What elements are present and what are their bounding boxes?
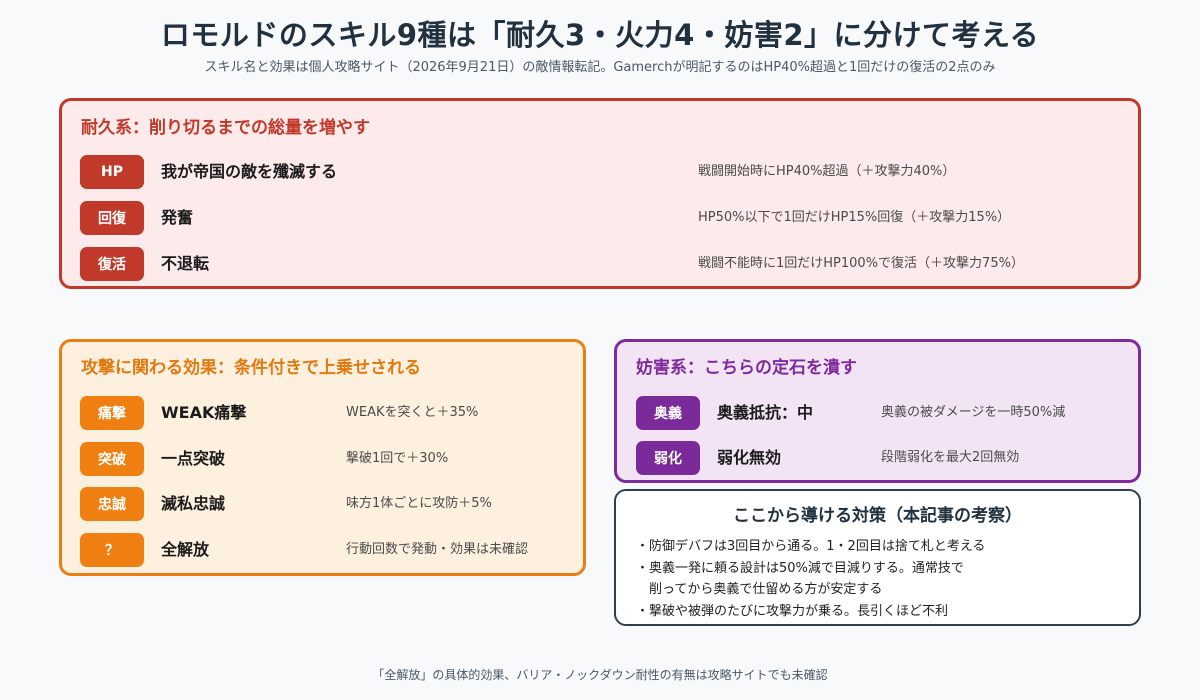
endurance-heading: 耐久系：削り切るまでの総量を増やす — [81, 118, 370, 138]
countermeasure-line: ・奥義一発に頼る設計は50%減で目減りする。通常技で — [636, 560, 964, 576]
skill-badge: 痛撃 — [80, 396, 144, 430]
disrupt-panel: 妨害系：こちらの定石を潰す 奥義 奥義抵抗：中 奥義の被ダメージを一時50%減 … — [614, 339, 1141, 483]
skill-name: 不退転 — [161, 254, 210, 273]
skill-row: ？ 全解放 行動回数で発動・効果は未確認 — [62, 533, 583, 567]
skill-row: 痛撃 WEAK痛撃 WEAKを突くと＋35% — [62, 396, 583, 430]
skill-row: 回復 発奮 HP50%以下で1回だけHP15%回復（＋攻撃力15%） — [62, 201, 1138, 235]
attack-panel: 攻撃に関わる効果：条件付きで上乗せされる 痛撃 WEAK痛撃 WEAKを突くと＋… — [59, 339, 586, 576]
skill-badge: 突破 — [80, 442, 144, 476]
skill-effect: 撃破1回で＋30% — [346, 451, 449, 466]
skill-name: 弱化無効 — [717, 448, 782, 467]
skill-row: 突破 一点突破 撃破1回で＋30% — [62, 442, 583, 476]
countermeasure-line: 削ってから奥義で仕留める方が安定する — [636, 582, 883, 597]
countermeasure-line: ・撃破や被弾のたびに攻撃力が乗る。長引くほど不利 — [636, 603, 949, 619]
skill-badge: ？ — [80, 533, 144, 567]
skill-badge: 復活 — [80, 247, 144, 281]
skill-name: 一点突破 — [161, 449, 226, 468]
skill-effect: 奥義の被ダメージを一時50%減 — [881, 405, 1066, 420]
disrupt-heading: 妨害系：こちらの定石を潰す — [636, 358, 857, 378]
skill-row: 弱化 弱化無効 段階弱化を最大2回無効 — [617, 441, 1138, 475]
endurance-panel: 耐久系：削り切るまでの総量を増やす HP 我が帝国の敵を殲滅する 戦闘開始時にH… — [59, 98, 1141, 289]
skill-effect: 行動回数で発動・効果は未確認 — [346, 542, 529, 557]
countermeasures-heading: ここから導ける対策（本記事の考察） — [733, 506, 1022, 526]
skill-effect: 味方1体ごとに攻防＋5% — [346, 496, 492, 511]
skill-name: 滅私忠誠 — [161, 494, 226, 513]
skill-name: 全解放 — [161, 540, 210, 559]
page-subtitle: スキル名と効果は個人攻略サイト（2026年9月21日）の敵情報転記。Gamerc… — [204, 60, 996, 75]
skill-badge: 奥義 — [636, 396, 700, 430]
skill-effect: 段階弱化を最大2回無効 — [881, 450, 1020, 465]
skill-effect: WEAKを突くと＋35% — [346, 405, 479, 420]
skill-row: 復活 不退転 戦闘不能時に1回だけHP100%で復活（＋攻撃力75%） — [62, 247, 1138, 281]
skill-effect: 戦闘開始時にHP40%超過（＋攻撃力40%） — [698, 164, 956, 179]
footnote: 「全解放」の具体的効果、バリア・ノックダウン耐性の有無は攻略サイトでも未確認 — [372, 668, 828, 682]
skill-row: 奥義 奥義抵抗：中 奥義の被ダメージを一時50%減 — [617, 396, 1138, 430]
skill-name: 発奮 — [161, 208, 194, 227]
page-title: ロモルドのスキル9種は「耐久3・火力4・妨害2」に分けて考える — [160, 18, 1040, 52]
countermeasures-list: ・防御デバフは3回目から通る。1・2回目は捨て札と考える ・奥義一発に頼る設計は… — [636, 536, 985, 622]
skill-name: 我が帝国の敵を殲滅する — [161, 162, 338, 181]
skill-name: WEAK痛撃 — [161, 403, 247, 422]
skill-badge: 弱化 — [636, 441, 700, 475]
countermeasures-panel: ここから導ける対策（本記事の考察） ・防御デバフは3回目から通る。1・2回目は捨… — [614, 489, 1141, 626]
skill-row: HP 我が帝国の敵を殲滅する 戦闘開始時にHP40%超過（＋攻撃力40%） — [62, 155, 1138, 189]
countermeasure-line: ・防御デバフは3回目から通る。1・2回目は捨て札と考える — [636, 539, 986, 554]
skill-badge: HP — [80, 155, 144, 189]
skill-name: 奥義抵抗：中 — [717, 403, 814, 422]
skill-effect: 戦闘不能時に1回だけHP100%で復活（＋攻撃力75%） — [698, 256, 1024, 271]
skill-badge: 回復 — [80, 201, 144, 235]
skill-effect: HP50%以下で1回だけHP15%回復（＋攻撃力15%） — [698, 210, 1011, 225]
skill-badge: 忠誠 — [80, 487, 144, 521]
skill-row: 忠誠 滅私忠誠 味方1体ごとに攻防＋5% — [62, 487, 583, 521]
attack-heading: 攻撃に関わる効果：条件付きで上乗せされる — [81, 358, 421, 378]
